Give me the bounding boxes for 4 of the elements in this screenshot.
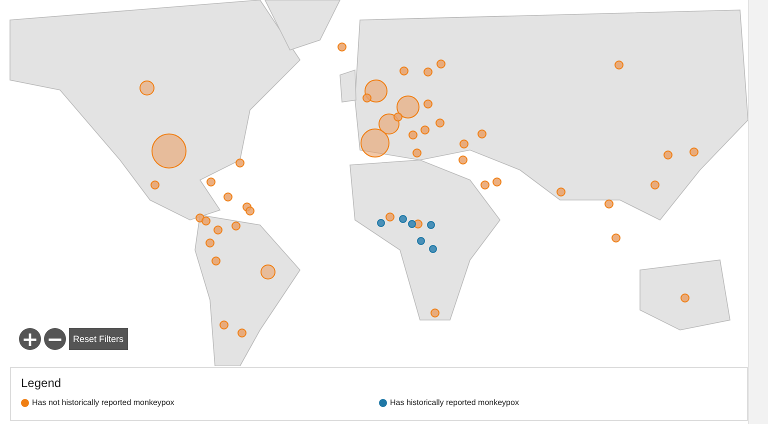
legend-label: Has not historically reported monkeypox [32, 398, 174, 407]
legend-title: Legend [21, 376, 62, 390]
reset-filters-button[interactable]: Reset Filters [69, 328, 128, 350]
legend-label: Has historically reported monkeypox [390, 398, 519, 407]
